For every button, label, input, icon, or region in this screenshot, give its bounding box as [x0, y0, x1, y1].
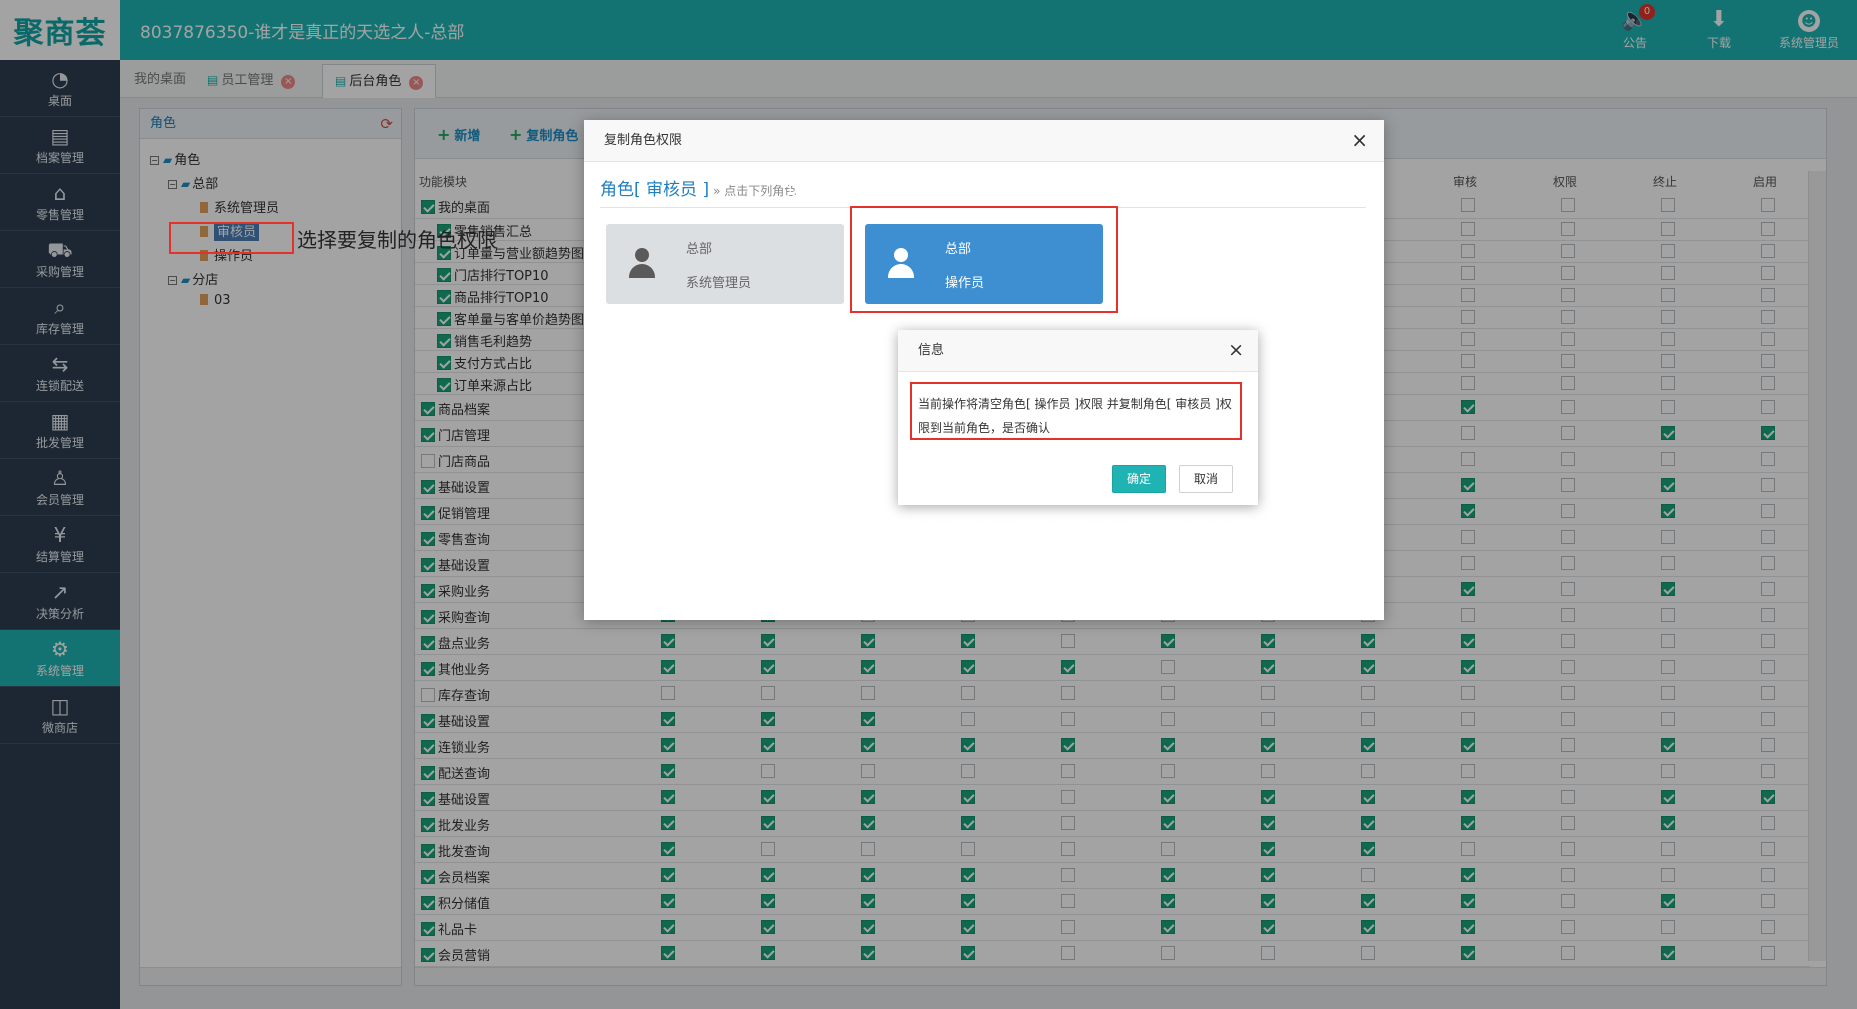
role-card-operator[interactable]: 总部 操作员 — [865, 224, 1103, 304]
annotation-select-target: 选择所复制的角色权限是应用于以下哪个角色 — [786, 176, 1186, 200]
role-card-role: 系统管理员 — [686, 276, 752, 291]
source-role: 角色[ 审核员 ] — [600, 180, 710, 200]
role-card-org: 总部 — [686, 242, 713, 257]
annotation-after-confirm: 确定之后，该角色之前的权限自动清空，并复制角色[审核员]的权限到当前角色 — [659, 518, 1355, 542]
copy-dialog-title: 复制角色权限 — [584, 120, 1384, 162]
role-card-role: 操作员 — [945, 276, 985, 291]
confirm-ok-button[interactable]: 确定 — [1112, 465, 1167, 493]
user-avatar-icon — [624, 246, 660, 282]
divider — [600, 207, 1366, 208]
role-card-system-admin[interactable]: 总部 系统管理员 — [606, 224, 844, 304]
annotation-select-source: 选择要复制的角色权限 — [297, 228, 497, 252]
confirm-dialog-title: 信息 — [898, 330, 1258, 372]
copy-dialog-subtitle: 角色[ 审核员 ]» 点击下列角色 — [600, 175, 796, 200]
close-icon[interactable]: × — [1228, 340, 1244, 360]
user-avatar-icon — [883, 246, 919, 282]
role-card-org: 总部 — [945, 242, 972, 257]
confirm-dialog: 信息 × 当前操作将清空角色[ 操作员 ]权限 并复制角色[ 审核员 ]权限到当… — [898, 330, 1258, 505]
close-icon[interactable]: × — [1351, 130, 1368, 150]
confirm-cancel-button[interactable]: 取消 — [1179, 465, 1234, 493]
copy-dialog-hint: » 点击下列角色 — [713, 184, 797, 198]
confirm-message: 当前操作将清空角色[ 操作员 ]权限 并复制角色[ 审核员 ]权限到当前角色，是… — [918, 397, 1232, 435]
